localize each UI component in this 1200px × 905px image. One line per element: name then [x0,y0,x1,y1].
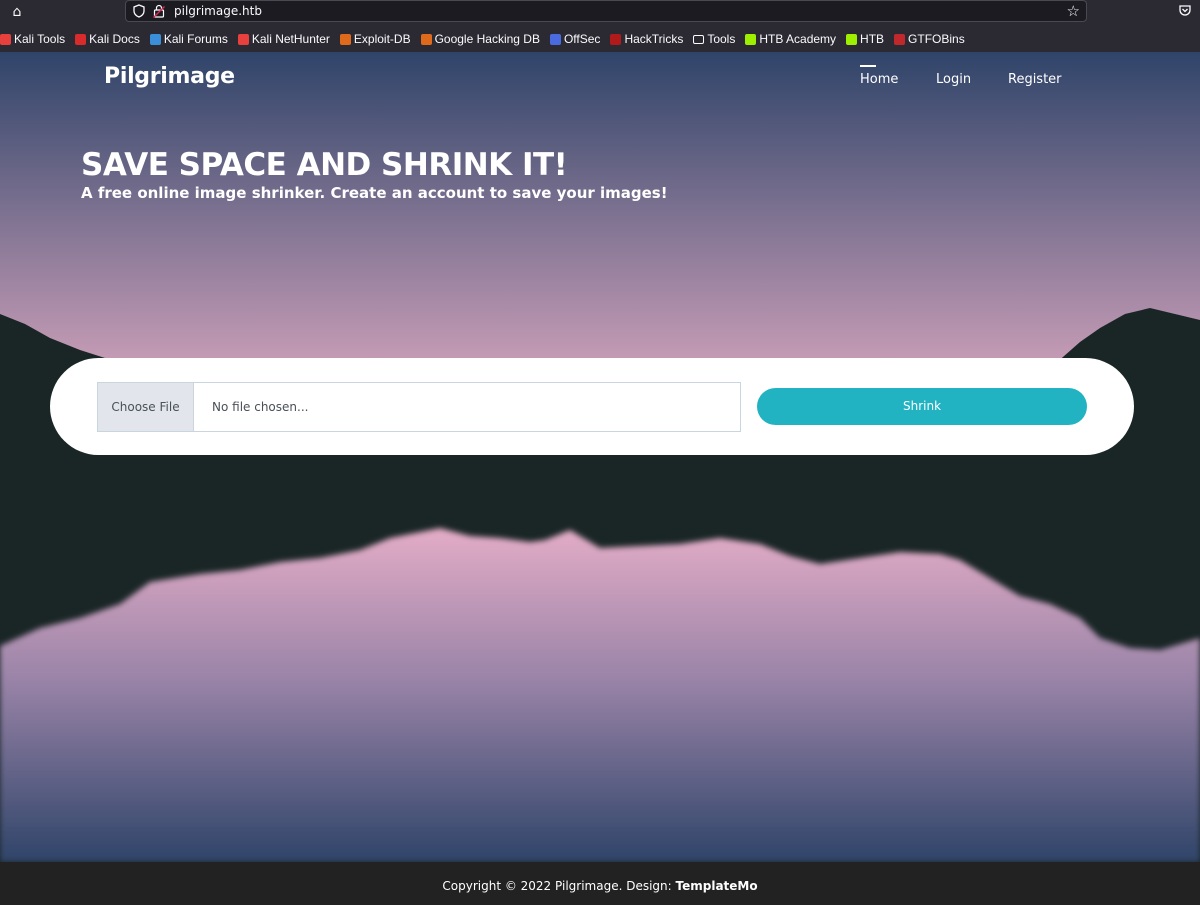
bookmark-label: HackTricks [624,32,684,46]
file-input[interactable]: Choose File No file chosen... [97,382,741,432]
bookmark-tools[interactable]: Tools [693,32,735,46]
bookmark-htb-academy[interactable]: HTB Academy [745,32,836,46]
bookmark-google-hacking-db[interactable]: Google Hacking DB [420,32,540,46]
bookmark-label: Kali Docs [89,32,140,46]
nav-login[interactable]: Login [936,72,971,87]
hacktricks-icon [610,33,622,45]
kali-dragon-icon [0,33,11,45]
choose-file-button[interactable]: Choose File [98,383,194,431]
bookmark-label: OffSec [563,32,601,46]
kali-nethunter-icon [237,33,249,45]
hero-title: SAVE SPACE AND SHRINK IT! [81,147,568,183]
ghdb-icon [420,33,432,45]
bookmark-label: Kali Forums [163,32,228,46]
web-page: Pilgrimage Home Login Register SAVE SPAC… [0,52,1200,905]
insecure-lock-icon[interactable] [153,4,165,18]
bookmark-label: Exploit-DB [353,32,411,46]
bookmarks-toolbar: Kali Tools Kali Docs Kali Forums Kali NetHu… [0,29,975,49]
shrink-button[interactable]: Shrink [757,388,1087,425]
url-row: ⌂ pilgrimage.htb ☆ [0,0,1200,24]
home-icon[interactable]: ⌂ [6,2,28,22]
nav-home[interactable]: Home [860,65,898,87]
browser-chrome: ⌂ pilgrimage.htb ☆ Kali Tools Kali Docs Ka… [0,0,1200,52]
bookmark-kali-tools[interactable]: Kali Tools [0,32,65,46]
bookmark-label: Google Hacking DB [434,32,540,46]
address-bar[interactable]: pilgrimage.htb ☆ [125,0,1087,22]
bookmark-label: HTB Academy [759,32,837,46]
bookmark-exploit-db[interactable]: Exploit-DB [339,32,411,46]
bookmark-label: Tools [707,32,736,46]
shield-icon[interactable] [132,4,146,18]
htb-academy-icon [745,33,757,45]
bookmark-kali-nethunter[interactable]: Kali NetHunter [237,32,330,46]
bookmark-offsec[interactable]: OffSec [549,32,601,46]
bookmark-label: Kali NetHunter [251,32,330,46]
bookmark-label: HTB [860,32,885,46]
htb-icon [846,33,858,45]
kali-forums-icon [149,33,161,45]
site-logo[interactable]: Pilgrimage [104,64,235,89]
bookmark-kali-forums[interactable]: Kali Forums [149,32,228,46]
bookmark-label: Kali Tools [14,32,66,46]
exploit-db-icon [339,33,351,45]
offsec-icon [549,33,561,45]
url-text[interactable]: pilgrimage.htb [174,3,262,19]
bookmark-star-icon[interactable]: ☆ [1067,2,1080,20]
hero-subtitle: A free online image shrinker. Create an … [81,184,668,202]
footer-text: Copyright © 2022 Pilgrimage. Design: [442,879,676,893]
upload-form: Choose File No file chosen... Shrink [50,358,1134,455]
folder-icon [693,34,705,44]
gtfobins-icon [894,33,906,45]
footer: Copyright © 2022 Pilgrimage. Design: Tem… [0,862,1200,905]
pocket-icon[interactable] [1178,3,1192,17]
bookmark-hacktricks[interactable]: HackTricks [610,32,683,46]
nav-register[interactable]: Register [1008,72,1062,87]
file-status-label: No file chosen... [212,400,309,414]
bookmark-kali-docs[interactable]: Kali Docs [75,32,140,46]
kali-docs-icon [75,33,87,45]
bookmark-htb[interactable]: HTB [846,32,884,46]
bookmark-gtfobins[interactable]: GTFOBins [894,32,965,46]
bookmark-label: GTFOBins [908,32,965,46]
templatemo-link[interactable]: TemplateMo [676,879,758,893]
